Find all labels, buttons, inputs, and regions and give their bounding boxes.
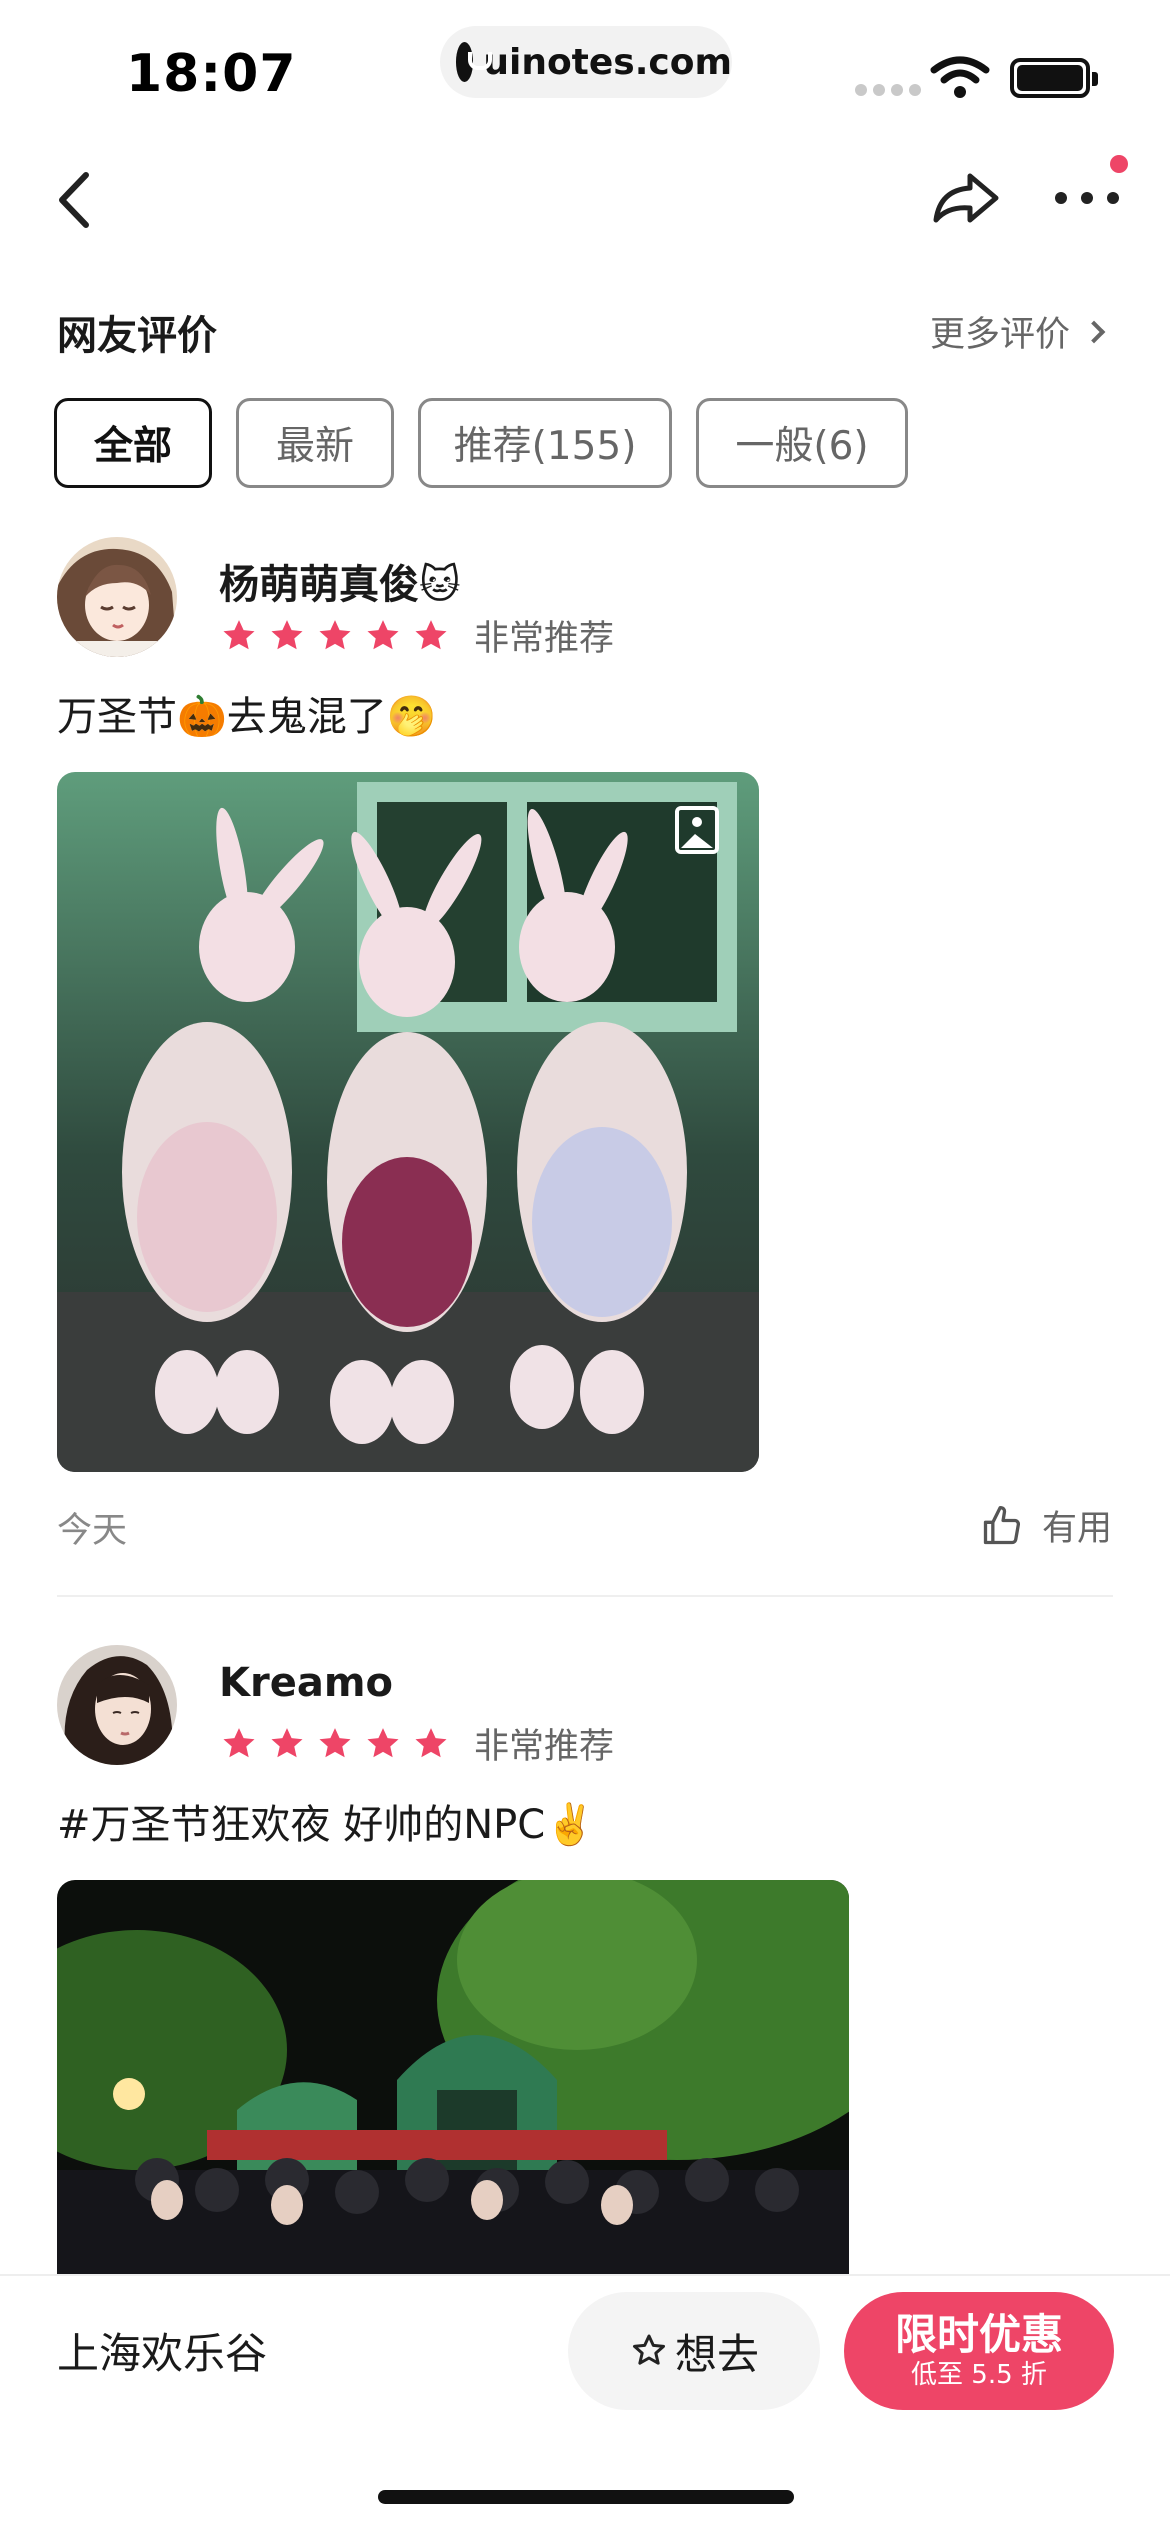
want-to-go-label: 想去: [674, 2329, 759, 2379]
share-icon[interactable]: [930, 168, 1002, 228]
review-photo[interactable]: [57, 772, 759, 1472]
site-logo-icon: [456, 42, 493, 82]
avatar[interactable]: [57, 537, 177, 657]
more-icon[interactable]: [1055, 190, 1119, 206]
avatar[interactable]: [57, 1645, 177, 1765]
chevron-right-icon: [1082, 320, 1106, 343]
helpful-label: 有用: [1042, 1509, 1113, 1549]
review-username[interactable]: Kreamo: [219, 1660, 393, 1706]
status-bar: 18:07 uinotes.com: [0, 0, 1170, 140]
star-rating: 非常推荐: [220, 610, 614, 661]
star-icon: [271, 1727, 303, 1757]
star-icon: [367, 619, 399, 649]
deal-title: 限时优惠: [894, 2310, 1063, 2359]
url-text: uinotes.com: [483, 41, 732, 83]
more-reviews-label: 更多评价: [930, 315, 1071, 355]
want-to-go-button[interactable]: 想去: [568, 2292, 820, 2410]
url-pill[interactable]: uinotes.com: [440, 26, 732, 98]
back-icon[interactable]: [50, 165, 100, 235]
rating-text: 非常推荐: [474, 619, 615, 659]
filter-chip-all[interactable]: 全部: [54, 398, 212, 488]
star-rating: 非常推荐: [220, 1718, 614, 1769]
star-icon: [319, 619, 351, 649]
star-icon: [415, 1727, 447, 1757]
cellular-signal-icon: [855, 84, 921, 96]
wifi-icon: [930, 56, 990, 98]
thumbs-up-icon: [983, 1505, 1021, 1544]
deal-subtitle: 低至 5.5 折: [911, 2360, 1047, 2390]
status-time: 18:07: [126, 44, 297, 104]
filter-chip-recommended[interactable]: 推荐(155): [418, 398, 672, 488]
battery-icon: [1010, 58, 1098, 98]
park-name: 上海欢乐谷: [57, 2329, 268, 2378]
rating-text: 非常推荐: [474, 1727, 615, 1767]
home-indicator[interactable]: [378, 2490, 794, 2504]
star-icon: [415, 619, 447, 649]
limited-deal-button[interactable]: 限时优惠 低至 5.5 折: [844, 2292, 1114, 2410]
notification-dot: [1110, 155, 1128, 173]
star-icon: [223, 619, 255, 649]
filter-chip-average[interactable]: 一般(6): [696, 398, 908, 488]
filter-chip-latest[interactable]: 最新: [236, 398, 394, 488]
divider: [57, 1595, 1113, 1597]
review-photo[interactable]: [57, 1880, 849, 2274]
review-username[interactable]: 杨萌萌真俊🐱: [219, 552, 461, 610]
more-reviews-link[interactable]: 更多评价: [930, 306, 1106, 357]
filter-chips: 全部 最新 推荐(155) 一般(6): [54, 398, 908, 488]
helpful-button[interactable]: 有用: [980, 1500, 1112, 1551]
star-icon: [319, 1727, 351, 1757]
section-title: 网友评价: [57, 313, 217, 359]
review-date: 今天: [57, 1511, 128, 1551]
star-icon: [223, 1727, 255, 1757]
star-icon: [367, 1727, 399, 1757]
review-text: #万圣节狂欢夜 好帅的NPC✌️: [57, 1802, 596, 1848]
star-icon: [271, 619, 303, 649]
star-outline-icon: [632, 2334, 665, 2365]
review-text: 万圣节🎃去鬼混了🤭: [57, 694, 437, 740]
